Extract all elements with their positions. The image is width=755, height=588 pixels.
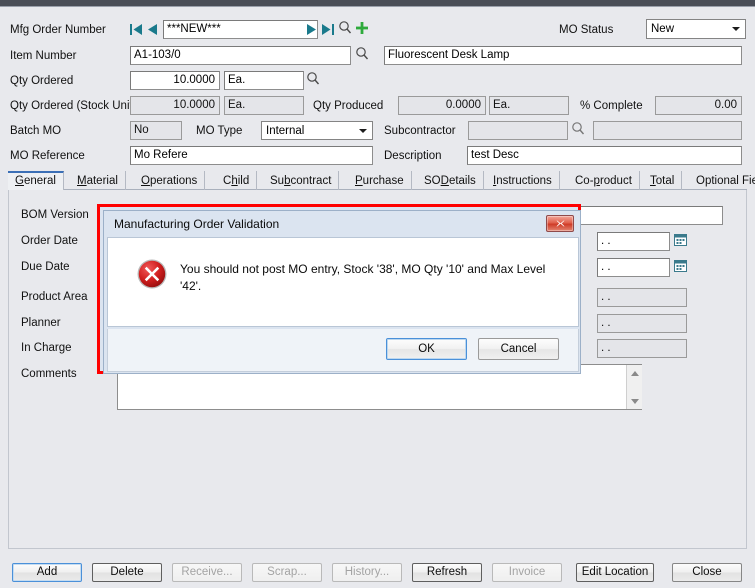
mfg-order-number-input[interactable]: ***NEW*** [163,20,318,39]
in-charge-input: . . [597,339,687,358]
mo-status-value: New [651,23,675,35]
subcontractor-search-icon[interactable] [571,121,585,137]
tab-child[interactable]: Child [216,171,258,190]
scroll-down-icon[interactable] [627,393,643,409]
add-new-icon[interactable] [355,20,369,36]
calendar-icon[interactable] [674,233,687,246]
bom-version-label: BOM Version [21,209,89,221]
mo-status-select[interactable]: New [646,19,746,39]
qty-ordered-uom-input[interactable]: Ea. [224,71,304,90]
tab-co-product[interactable]: Co-product [568,171,640,190]
qty-ordered-input[interactable]: 10.0000 [130,71,220,90]
comments-label: Comments [21,368,77,380]
scrap-button: Scrap... [252,563,322,582]
qty-ordered-stock-uom: Ea. [224,96,304,115]
chevron-down-icon [359,128,367,133]
tab-purchase[interactable]: Purchase [348,171,412,190]
tab-material[interactable]: Material [70,171,126,190]
nav-first-icon[interactable] [130,21,143,38]
planner-input: . . [597,314,687,333]
batch-mo-value: No [130,121,182,140]
tab-general-label: eneral [23,175,56,187]
due-date-input[interactable]: . . [597,258,670,277]
action-button-bar: Add Delete Receive... Scrap... History..… [0,556,755,588]
tab-instructions[interactable]: Instructions [486,171,560,190]
item-description-input[interactable]: Fluorescent Desk Lamp [384,46,742,65]
item-number-input[interactable]: A1-103/0 [130,46,351,65]
edit-location-button[interactable]: Edit Location [576,563,654,582]
tab-sodetails[interactable]: SODetails [417,171,484,190]
tab-operations[interactable]: Operations [134,171,206,190]
window-top-strip [0,0,755,7]
tab-optional-fields[interactable]: Optional Fields [689,171,755,190]
qty-ordered-label: Qty Ordered [10,75,74,87]
mo-type-label: MO Type [196,125,243,137]
dialog-message: You should not post MO entry, Stock '38'… [180,262,546,293]
mfg-order-search-icon[interactable] [338,20,352,36]
calendar-icon[interactable] [674,259,687,272]
planner-label: Planner [21,317,61,329]
tab-bar: General Material Operations Child Subcon… [8,171,755,190]
order-date-label: Order Date [21,235,78,247]
pct-complete-label: % Complete [580,100,643,112]
refresh-button[interactable]: Refresh [412,563,482,582]
chevron-down-icon [732,27,740,31]
qty-produced-label: Qty Produced [313,100,384,112]
item-number-label: Item Number [10,50,77,62]
dialog-cancel-button[interactable]: Cancel [478,338,559,360]
close-button[interactable]: Close [672,563,742,582]
mo-reference-input[interactable]: Mo Refere [130,146,373,165]
tab-subcontract[interactable]: Subcontract [263,171,340,190]
nav-last-icon[interactable] [321,21,334,38]
dialog-close-button[interactable] [546,215,574,232]
mo-reference-label: MO Reference [10,150,85,162]
subcontractor-name-input [593,121,742,140]
qty-ordered-stock-label: Qty Ordered (Stock Unit) [10,100,137,112]
dialog-title: Manufacturing Order Validation [114,217,280,231]
scroll-up-icon[interactable] [627,365,643,381]
product-area-input: . . [597,288,687,307]
add-button[interactable]: Add [12,563,82,582]
description-label: Description [384,150,442,162]
close-icon [556,220,564,227]
dialog-highlight-outline: Manufacturing Order Validation You shoul… [97,204,581,374]
batch-mo-label: Batch MO [10,125,62,137]
item-number-search-icon[interactable] [355,46,369,62]
receive-button: Receive... [172,563,242,582]
dialog-body: You should not post MO entry, Stock '38'… [107,237,579,327]
qty-ordered-uom-search-icon[interactable] [306,71,320,87]
mfg-order-number-label: Mfg Order Number [10,24,106,36]
order-header-form: Mfg Order Number ***NEW*** MO Status New… [0,7,755,169]
dialog-footer: OK Cancel [107,329,579,372]
nav-next-icon[interactable] [305,21,318,38]
description-input[interactable]: test Desc [467,146,742,165]
subcontractor-label: Subcontractor [384,125,456,137]
due-date-label: Due Date [21,261,70,273]
mo-type-value: Internal [266,125,305,137]
qty-produced-uom: Ea. [489,96,569,115]
history-button: History... [332,563,402,582]
error-icon [136,258,168,290]
dialog-ok-button[interactable]: OK [386,338,467,360]
subcontractor-input [468,121,568,140]
comments-scrollbar[interactable] [626,365,642,409]
qty-produced-value: 0.0000 [398,96,486,115]
manufacturing-order-validation-dialog: Manufacturing Order Validation You shoul… [103,210,581,374]
order-date-input[interactable]: . . [597,232,670,251]
mo-status-label: MO Status [559,24,614,36]
mo-type-select[interactable]: Internal [261,121,373,140]
tab-general[interactable]: General [8,171,64,190]
pct-complete-value: 0.00 [655,96,742,115]
tab-total[interactable]: Total [643,171,683,190]
invoice-button: Invoice [492,563,562,582]
product-area-label: Product Area [21,291,88,303]
nav-previous-icon[interactable] [146,21,159,38]
mfg-order-window: Mfg Order Number ***NEW*** MO Status New… [0,0,755,588]
delete-button[interactable]: Delete [92,563,162,582]
qty-ordered-stock-value: 10.0000 [130,96,220,115]
in-charge-label: In Charge [21,342,72,354]
